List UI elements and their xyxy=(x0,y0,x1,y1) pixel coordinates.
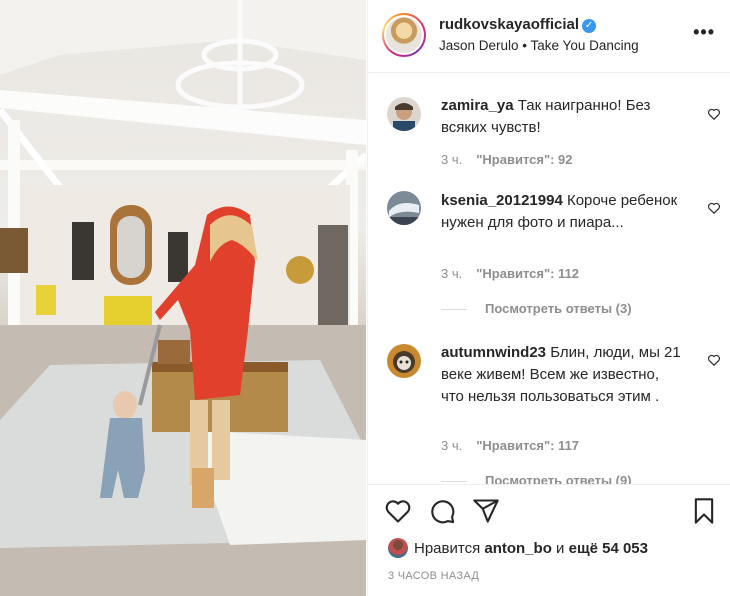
comment-username[interactable]: ksenia_20121994 xyxy=(441,192,563,209)
view-replies-button[interactable]: Посмотреть ответы (9) xyxy=(441,473,632,484)
heart-icon[interactable] xyxy=(384,497,412,525)
author-username[interactable]: rudkovskayaofficial xyxy=(439,16,579,33)
comment-likes[interactable]: "Нравится": 92 xyxy=(476,152,572,167)
likes-connector: и xyxy=(556,540,565,557)
verified-badge-icon: ✓ xyxy=(582,19,597,33)
post-timestamp[interactable]: 3 ЧАСОВ НАЗАД xyxy=(388,570,479,582)
comment-body: zamira_ya Так наигранно! Без всяких чувс… xyxy=(441,95,681,139)
comment-meta: 3 ч. "Нравится": 92 xyxy=(441,152,573,167)
comment-icon[interactable] xyxy=(428,497,456,525)
commenter-avatar[interactable] xyxy=(387,97,421,131)
commenter-avatar[interactable] xyxy=(387,191,421,225)
liker-avatar xyxy=(388,538,408,558)
comment-time: 3 ч. xyxy=(441,438,463,453)
more-dots-icon[interactable]: ••• xyxy=(693,22,715,43)
commenter-avatar[interactable] xyxy=(387,344,421,378)
comment-meta: 3 ч. "Нравится": 117 xyxy=(441,438,579,453)
comment-body: ksenia_20121994 Короче ребенок нужен для… xyxy=(441,190,681,234)
comment-meta: 3 ч. "Нравится": 112 xyxy=(441,266,579,281)
comment-likes[interactable]: "Нравится": 112 xyxy=(476,266,579,281)
likes-user[interactable]: anton_bo xyxy=(484,540,552,557)
likes-count[interactable]: ещё 54 053 xyxy=(569,540,648,557)
comment-time: 3 ч. xyxy=(441,152,463,167)
post-actions: Нравится anton_bo и ещё 54 053 3 ЧАСОВ Н… xyxy=(368,484,730,596)
author-avatar[interactable] xyxy=(382,13,426,57)
post-header: rudkovskayaofficial ✓ Jason Derulo • Take… xyxy=(368,0,730,73)
comment-like-icon[interactable] xyxy=(707,353,721,367)
view-replies-button[interactable]: Посмотреть ответы (3) xyxy=(441,301,632,316)
post-photo xyxy=(0,0,366,596)
post-panel: rudkovskayaofficial ✓ Jason Derulo • Take… xyxy=(367,0,730,596)
comment-username[interactable]: zamira_ya xyxy=(441,97,514,114)
comment-likes[interactable]: "Нравится": 117 xyxy=(476,438,579,453)
comment-time: 3 ч. xyxy=(441,266,463,281)
bookmark-icon[interactable] xyxy=(690,497,718,525)
post-media[interactable] xyxy=(0,0,366,596)
comment-like-icon[interactable] xyxy=(707,107,721,121)
audio-track-link[interactable]: Jason Derulo • Take You Dancing xyxy=(439,38,639,53)
comment-body: autumnwind23 Блин, люди, мы 21 веке живе… xyxy=(441,342,681,408)
comment-username[interactable]: autumnwind23 xyxy=(441,344,546,361)
share-icon[interactable] xyxy=(472,497,500,525)
likes-prefix: Нравится xyxy=(414,540,481,557)
likes-summary[interactable]: Нравится anton_bo и ещё 54 053 xyxy=(388,538,648,558)
comment-like-icon[interactable] xyxy=(707,201,721,215)
author-name-row: rudkovskayaofficial ✓ xyxy=(439,16,597,33)
comments-list[interactable]: zamira_ya Так наигранно! Без всяких чувс… xyxy=(368,74,730,484)
